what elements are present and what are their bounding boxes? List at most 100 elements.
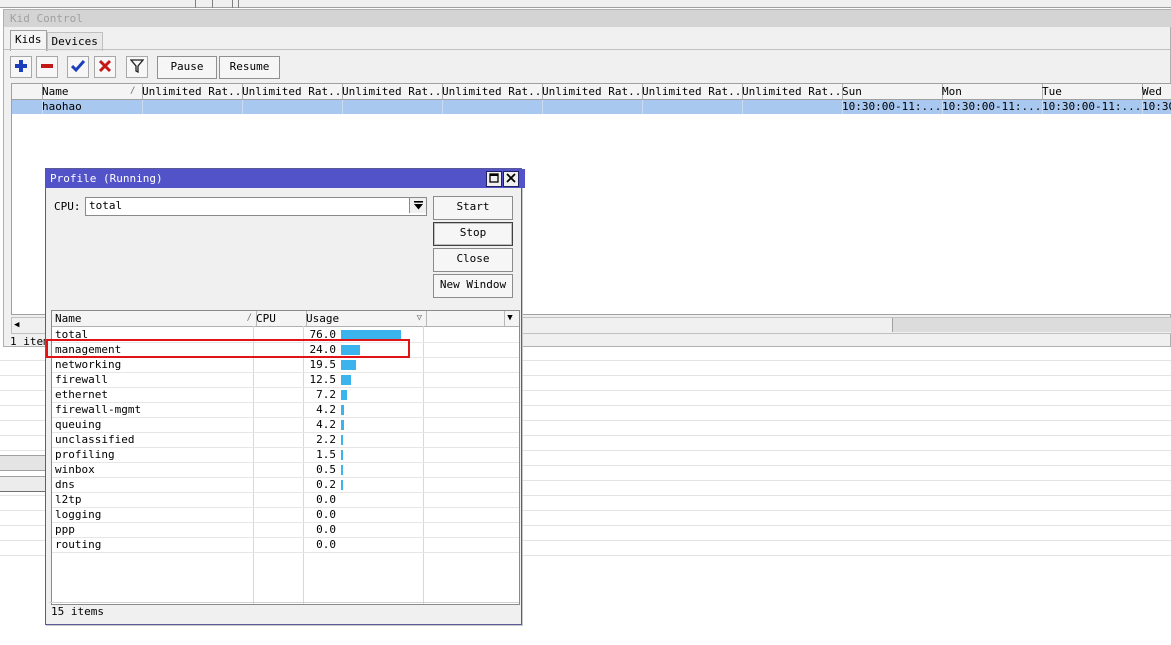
new-window-button[interactable]: New Window [433, 274, 513, 298]
column-header-mon[interactable]: Mon [940, 84, 1043, 99]
status-bar: 1 item [10, 335, 50, 348]
enable-button[interactable] [67, 56, 89, 78]
cell-mon: 10:30:00-11:... [942, 100, 1043, 114]
cell-usage: 0.0 [316, 508, 336, 521]
tab-kids[interactable]: Kids [10, 30, 47, 51]
add-button[interactable] [10, 56, 32, 78]
cell-usage: 4.2 [316, 418, 336, 431]
tab-bar: Kids Devices [10, 30, 103, 51]
cpu-select-value: total [89, 199, 123, 212]
table-row[interactable]: l2tp 0.0 [52, 492, 519, 508]
table-row[interactable]: haohao 10:30:00-11:... 10:30:00-11:... 1… [12, 100, 1171, 114]
resume-button[interactable]: Resume [219, 56, 280, 79]
table-row[interactable]: ppp 0.0 [52, 522, 519, 538]
usage-bar [341, 375, 351, 385]
background-panel-strip [0, 455, 50, 471]
window-title: Kid Control [4, 10, 1171, 27]
dropdown-arrow-icon[interactable] [409, 198, 426, 213]
column-header-sun[interactable]: Sun [840, 84, 943, 99]
table-row[interactable]: firewall 12.5 [52, 372, 519, 388]
highlight-annotation [46, 339, 410, 358]
table-row[interactable]: dns 0.2 [52, 477, 519, 493]
cell-name: firewall-mgmt [55, 403, 142, 416]
cell-unlimited-rate [640, 100, 743, 114]
usage-bar [341, 465, 343, 475]
columns-dropdown-icon[interactable]: ▼ [501, 311, 519, 326]
column-header-unlimited-rate[interactable]: Unlimited Rat... [740, 84, 843, 99]
cell-name: queuing [55, 418, 102, 431]
scrollbar-thumb[interactable] [892, 318, 1171, 332]
cell-name: routing [55, 538, 102, 551]
table-row[interactable]: profiling 1.5 [52, 447, 519, 463]
cell-name: ethernet [55, 388, 108, 401]
column-header-unlimited-rate[interactable]: Unlimited Rat... [440, 84, 543, 99]
cell-sun: 10:30:00-11:... [842, 100, 943, 114]
usage-bar [341, 390, 347, 400]
usage-bar [341, 480, 343, 490]
usage-bar [341, 420, 344, 430]
usage-bar [341, 405, 344, 415]
usage-bar [341, 450, 343, 460]
cell-usage: 0.0 [316, 523, 336, 536]
scroll-left-arrow-icon[interactable]: ◀ [14, 318, 19, 332]
column-header-unlimited-rate[interactable]: Unlimited Rat... [340, 84, 443, 99]
table-row[interactable]: networking 19.5 [52, 357, 519, 373]
remove-button[interactable] [36, 56, 58, 78]
cell-name: haohao [40, 100, 143, 114]
cell-name: l2tp [55, 493, 82, 506]
cell-usage: 12.5 [309, 373, 337, 386]
column-header-name[interactable]: Name ∕ [52, 311, 257, 326]
column-header-usage[interactable]: Usage ▽ [303, 311, 427, 326]
cell-unlimited-rate [440, 100, 543, 114]
column-header-unlimited-rate[interactable]: Unlimited Rat... [540, 84, 643, 99]
cell-usage: 7.2 [316, 388, 336, 401]
cell-name: unclassified [55, 433, 135, 446]
cpu-select[interactable]: total [85, 197, 427, 216]
cell-usage: 0.2 [316, 478, 336, 491]
cell-usage: 2.2 [316, 433, 336, 446]
stop-button[interactable]: Stop [433, 222, 513, 246]
check-icon [70, 60, 86, 73]
column-header-tue[interactable]: Tue [1040, 84, 1143, 99]
disable-button[interactable] [94, 56, 116, 78]
cell-unlimited-rate [540, 100, 643, 114]
column-header-label: Usage [306, 312, 340, 325]
cell-name: profiling [55, 448, 115, 461]
start-button[interactable]: Start [433, 196, 513, 220]
cell-name: logging [55, 508, 102, 521]
column-header-unlimited-rate[interactable]: Unlimited Rat... [640, 84, 743, 99]
column-header-unlimited-rate[interactable]: Unlimited Rat... [140, 84, 243, 99]
filter-button[interactable] [126, 56, 148, 78]
plus-icon [15, 60, 27, 72]
table-row[interactable]: logging 0.0 [52, 507, 519, 523]
cell-name: networking [55, 358, 122, 371]
background-panel-strip [0, 476, 50, 492]
maximize-button[interactable] [486, 171, 502, 187]
table-row[interactable]: queuing 4.2 [52, 417, 519, 433]
cell-usage: 0.0 [316, 493, 336, 506]
filter-icon [129, 59, 145, 74]
cell-name: dns [55, 478, 75, 491]
table-row[interactable]: unclassified 2.2 [52, 432, 519, 448]
column-header-wed[interactable]: Wed [1140, 84, 1171, 99]
table-row[interactable]: firewall-mgmt 4.2 [52, 402, 519, 418]
background-window-strip [0, 0, 1171, 8]
column-header-unlimited-rate[interactable]: Unlimited Rat... [240, 84, 343, 99]
column-header-name[interactable]: Name [40, 84, 143, 99]
pause-button[interactable]: Pause [157, 56, 217, 79]
close-icon [506, 173, 516, 183]
status-bar: 15 items [51, 605, 104, 618]
table-row[interactable]: routing 0.0 [52, 537, 519, 553]
column-header-blank [12, 84, 43, 99]
minus-icon [41, 64, 53, 68]
table-header: Name Unlimited Rat... Unlimited Rat... U… [12, 84, 1171, 100]
cell-name: ppp [55, 523, 75, 536]
cell-usage: 0.0 [316, 538, 336, 551]
close-button[interactable]: Close [433, 248, 513, 272]
table-row[interactable]: ethernet 7.2 [52, 387, 519, 403]
close-window-button[interactable] [503, 171, 519, 187]
table-row[interactable]: winbox 0.5 [52, 462, 519, 478]
cpu-label: CPU: [54, 200, 81, 213]
column-header-cpu[interactable]: CPU [253, 311, 307, 326]
sort-indicator: ∕ [246, 313, 252, 323]
